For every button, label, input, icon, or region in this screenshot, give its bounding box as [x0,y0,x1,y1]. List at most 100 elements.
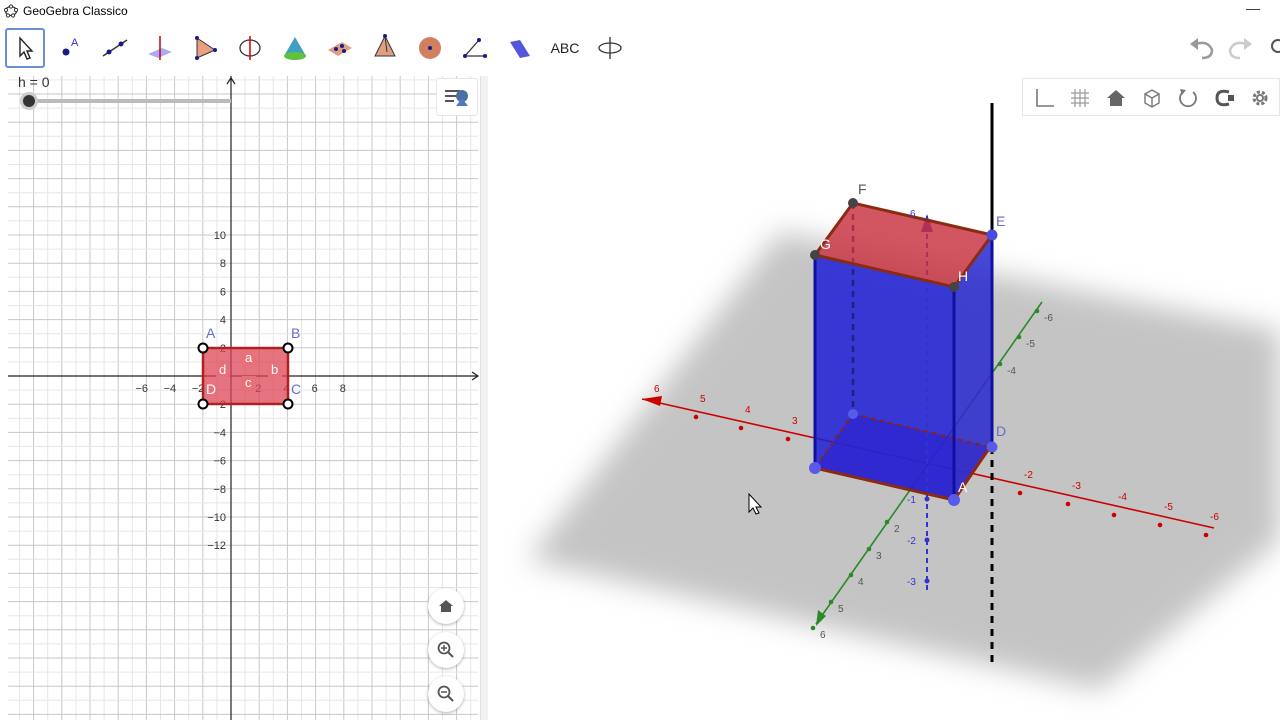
pyramid-tool-button[interactable] [365,28,405,68]
y-axis-tick [997,361,1003,367]
rotate-view-button[interactable] [1175,85,1201,111]
vertex-g[interactable] [810,250,820,260]
vertex-d[interactable] [986,441,998,453]
cube-icon [1144,89,1160,108]
y-tick-label: 4 [220,315,226,327]
label-e: E [996,213,1005,229]
x-axis-tick [1203,532,1209,538]
y-tick-label: −12 [207,540,226,552]
y-tick-label: −10 [207,512,226,524]
zoom-in-button[interactable] [428,632,464,668]
graphics-2d-canvas[interactable]: −6−4−22468108642−2−4−6−8−10−12 a b c d A… [0,76,480,720]
label-a: A [958,479,968,495]
redo-icon[interactable] [1222,34,1256,64]
z-axis-tick-label: 6 [910,209,916,220]
intersect-surfaces-tool-button[interactable] [275,28,315,68]
vertex-c[interactable] [848,409,858,419]
move-tool-button[interactable] [5,28,45,68]
search-icon[interactable] [1268,36,1280,62]
show-axes-button[interactable] [1031,85,1057,111]
minimize-button[interactable]: — [1246,0,1260,16]
point-icon: A [62,37,79,56]
rotate-view-tool-button[interactable] [590,28,630,68]
segment-a-label: a [245,350,253,365]
point-tool-button[interactable]: A [50,28,90,68]
sphere-tool-button[interactable] [410,28,450,68]
vertex-a[interactable] [948,494,960,506]
home-view-button[interactable] [428,588,464,624]
zoom-in-icon [437,641,454,658]
x-axis-tick-label: 3 [792,416,798,427]
perpendicular-tool-button[interactable] [140,28,180,68]
angle-tool-button[interactable] [455,28,495,68]
settings-button[interactable] [1247,85,1273,111]
point-b[interactable] [282,342,294,354]
z-axis-tick-label: -1 [907,495,916,506]
graphics-2d-view[interactable]: −6−4−22468108642−2−4−6−8−10−12 a b c d A… [0,76,480,720]
geogebra-logo-icon [4,4,18,18]
toolbar: A ABC [0,24,1280,76]
segment-b-label: b [271,362,278,377]
z-axis-tick [924,496,930,502]
slider-handle[interactable] [23,95,35,107]
z-axis-tick-label: -3 [907,577,916,588]
plane-points-icon [328,42,352,56]
y-tick-label: 10 [214,230,226,242]
graphics-3d-view[interactable]: 6 5 4 3 -2 -3 -4 -5 -6 -6 -5 -4 2 3 4 5 6 6 -1 -2 -3 [488,76,1280,720]
undo-icon[interactable] [1186,34,1220,64]
reflect-plane-icon [510,40,530,58]
line-icon [102,39,128,57]
arrow-cursor-icon [19,36,34,60]
point-c[interactable] [282,398,294,410]
point-d-label: D [206,381,216,397]
x-axis-tick [738,425,744,431]
face-front-left[interactable] [815,255,954,500]
y-tick-label: −6 [213,456,226,468]
y-axis-tick-label: 6 [820,630,826,641]
3d-style-bar [1022,78,1280,116]
clipping-button[interactable] [1211,85,1237,111]
rotate-view-icon [598,37,622,59]
circle-axis-icon [239,36,261,60]
point-d[interactable] [197,398,209,410]
y-axis-tick-label: -5 [1026,339,1035,350]
label-g: G [820,236,831,252]
text-tool-label: ABC [550,40,580,56]
y-axis-tick [848,572,854,578]
axes-icon [1036,89,1054,107]
show-grid-button[interactable] [1067,85,1093,111]
x-axis-tick [1065,501,1071,507]
y-tick-label: −8 [213,484,226,496]
plane-points-tool-button[interactable] [320,28,360,68]
text-tool-button[interactable]: ABC [545,28,585,68]
x-axis-tick-label: -5 [1164,502,1173,513]
x-axis-tick-label: -6 [1210,512,1219,523]
view-direction-button[interactable] [1139,85,1165,111]
polygon-tool-button[interactable] [185,28,225,68]
slider-label[interactable]: h = 0 [18,74,50,90]
style-bar-toggle-button[interactable] [436,78,478,116]
segment-c-label: c [245,375,252,390]
zoom-out-button[interactable] [428,676,464,712]
reflect-plane-tool-button[interactable] [500,28,540,68]
perpendicular-icon [148,36,172,60]
graphics-3d-canvas[interactable]: 6543-2-3-4-5-6 -6-5-423456 6-1-2-3 F E G… [488,76,1280,720]
vertex-f[interactable] [848,198,858,208]
z-axis-tick [924,578,930,584]
line-tool-button[interactable] [95,28,135,68]
standard-view-button[interactable] [1103,85,1129,111]
y-axis-tick-label: 3 [876,551,882,562]
x-axis-tick-label: 4 [745,405,751,416]
circle-axis-tool-button[interactable] [230,28,270,68]
rotate-icon [1179,89,1197,108]
vertex-e[interactable] [986,229,998,241]
label-d: D [996,423,1006,439]
cone-icon [284,37,306,60]
point-c-label: C [291,381,301,397]
y-axis-tick-label: -4 [1007,366,1016,377]
y-axis-tick [1016,334,1022,340]
y-axis-tick [866,546,872,552]
vertex-d-bottom[interactable] [809,462,821,474]
x-axis-tick-label: -4 [1118,492,1127,503]
point-a[interactable] [197,342,209,354]
